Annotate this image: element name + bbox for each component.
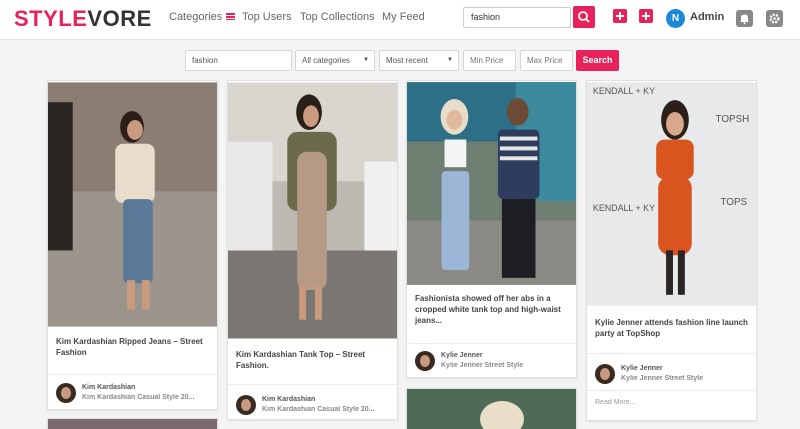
sort-select-value: Most recent — [386, 56, 428, 65]
post-title[interactable]: Kylie Jenner attends fashion line launch… — [595, 317, 750, 339]
site-logo[interactable]: STYLEVORE — [14, 6, 152, 32]
header-search-input[interactable]: fashion — [463, 7, 571, 28]
card-divider — [228, 384, 397, 385]
backdrop-text: KENDALL + KY — [593, 203, 655, 213]
top-navbar: STYLEVORE Categories Top Users Top Colle… — [0, 0, 800, 40]
header-search-button[interactable] — [573, 6, 595, 28]
backdrop-text: KENDALL + KY — [593, 86, 655, 96]
collection-name[interactable]: Kylie Jenner Street Style — [441, 362, 570, 369]
card-divider — [587, 390, 756, 391]
nav-my-feed[interactable]: My Feed — [382, 11, 425, 23]
user-avatar[interactable]: N — [666, 9, 685, 28]
author-name[interactable]: Kim Kardashian — [82, 384, 135, 391]
post-card[interactable]: Kim Kardashian Tank Top – Street Fashion… — [227, 80, 398, 420]
author-name[interactable]: Kylie Jenner — [621, 365, 663, 372]
author-name[interactable]: Kim Kardashian — [262, 396, 315, 403]
post-title[interactable]: Kim Kardashian Ripped Jeans – Street Fas… — [56, 336, 211, 358]
author-avatar[interactable] — [595, 364, 615, 384]
card-divider — [407, 343, 576, 344]
nav-categories-label: Categories — [169, 11, 223, 23]
add-post-button[interactable] — [613, 9, 627, 23]
sort-select[interactable]: Most recent — [379, 50, 459, 71]
menu-icon — [226, 12, 236, 20]
gear-icon — [769, 13, 780, 24]
post-card[interactable]: Fashionista showed off her abs in a crop… — [406, 80, 577, 378]
author-name[interactable]: Kylie Jenner — [441, 352, 483, 359]
collection-name[interactable]: Kim Kardashian Casual Style 20... — [82, 394, 211, 401]
card-divider — [48, 374, 217, 375]
settings-button[interactable] — [766, 10, 783, 27]
add-image-button[interactable] — [639, 9, 653, 23]
filter-search-button[interactable]: Search — [576, 50, 619, 71]
user-name[interactable]: Admin — [690, 11, 724, 23]
backdrop-text: TOPS — [720, 197, 747, 208]
logo-part-vore: VORE — [87, 6, 152, 31]
post-image[interactable] — [407, 81, 576, 286]
collection-name[interactable]: Kim Kardashian Casual Style 20... — [262, 406, 391, 413]
read-more-link[interactable]: Read More... — [595, 399, 635, 406]
post-card-partial[interactable] — [406, 388, 577, 429]
post-image[interactable] — [407, 389, 577, 429]
logo-part-style: STYLE — [14, 6, 88, 31]
post-image[interactable] — [48, 81, 217, 328]
category-select-value: All categories — [302, 56, 351, 65]
nav-categories[interactable]: Categories — [169, 11, 236, 23]
category-select[interactable]: All categories — [295, 50, 375, 71]
card-divider — [587, 353, 756, 354]
collection-name[interactable]: Kylie Jenner Street Style — [621, 375, 750, 382]
post-card-partial[interactable] — [47, 418, 218, 429]
author-avatar[interactable] — [236, 395, 256, 415]
post-image[interactable]: KENDALL + KY TOPSH KENDALL + KY TOPS — [587, 81, 756, 307]
keyword-input[interactable]: fashion — [185, 50, 292, 71]
nav-top-collections[interactable]: Top Collections — [300, 11, 375, 23]
author-avatar[interactable] — [415, 351, 435, 371]
post-title[interactable]: Kim Kardashian Tank Top – Street Fashion… — [236, 349, 391, 371]
max-price-input[interactable]: Max Price — [520, 50, 573, 71]
post-card[interactable]: Kim Kardashian Ripped Jeans – Street Fas… — [47, 80, 218, 410]
backdrop-text: TOPSH — [715, 114, 749, 125]
bell-icon — [740, 14, 749, 25]
min-price-input[interactable]: Min Price — [463, 50, 516, 71]
notifications-button[interactable] — [736, 10, 753, 27]
author-avatar[interactable] — [56, 383, 76, 403]
search-icon — [578, 11, 590, 23]
post-title[interactable]: Fashionista showed off her abs in a crop… — [415, 293, 570, 326]
post-card[interactable]: KENDALL + KY TOPSH KENDALL + KY TOPS Kyl… — [586, 80, 757, 421]
post-image[interactable] — [228, 81, 397, 340]
nav-top-users[interactable]: Top Users — [242, 11, 292, 23]
